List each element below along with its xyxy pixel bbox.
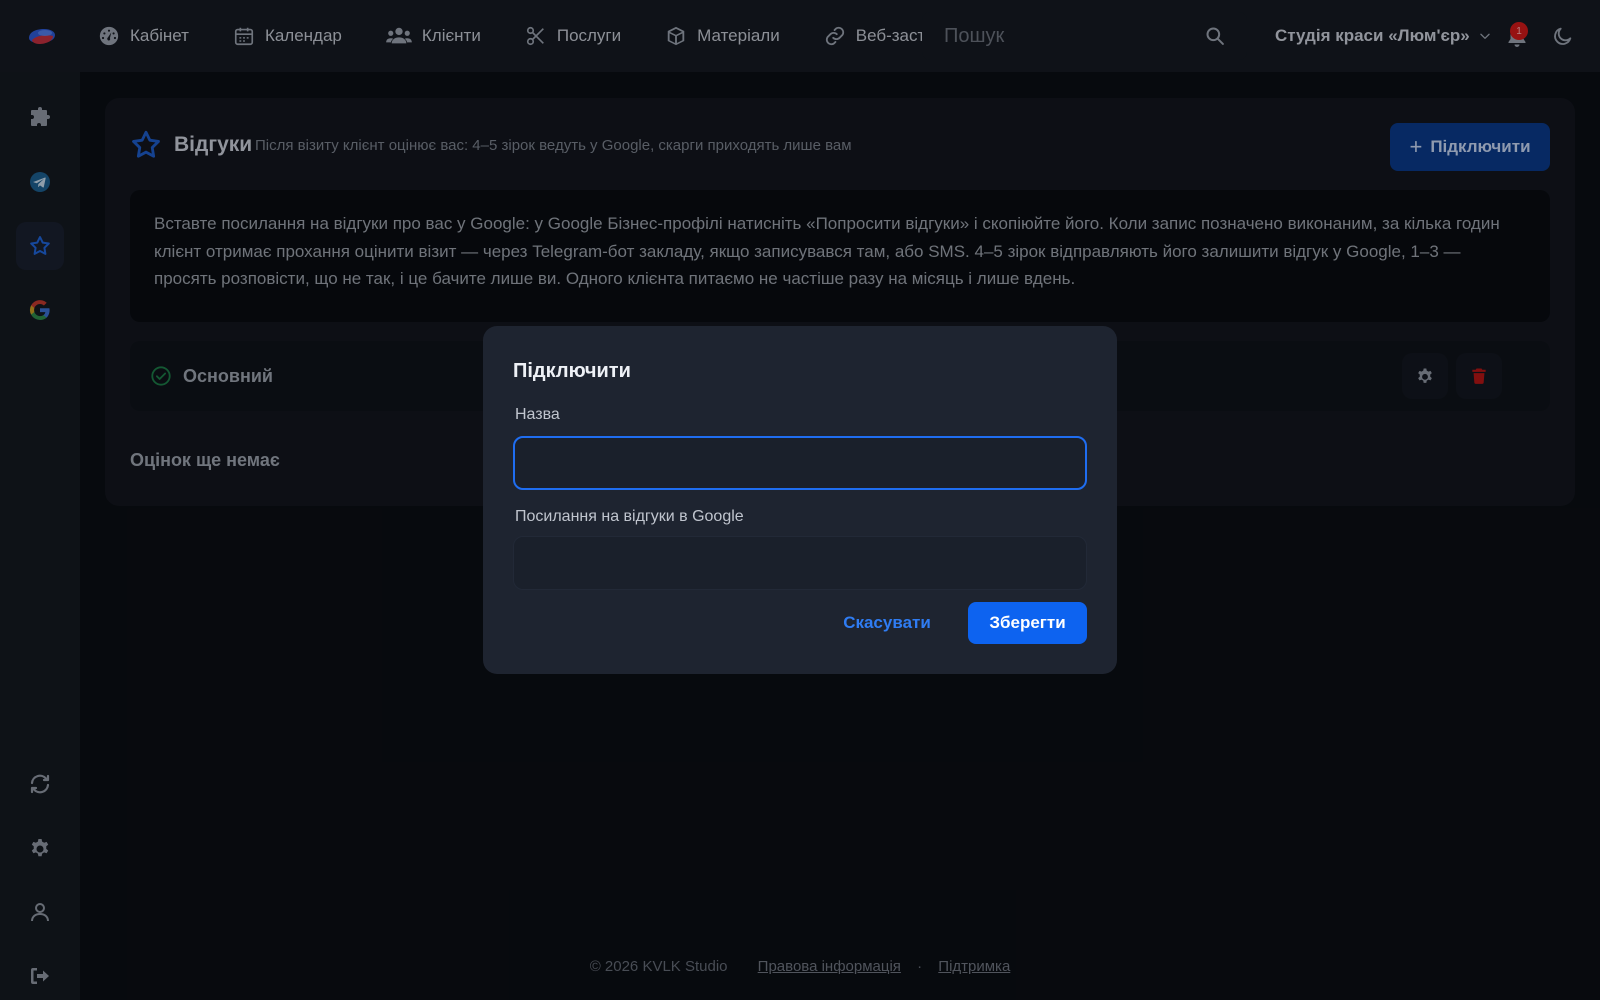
link-field-label: Посилання на відгуки в Google <box>515 508 744 525</box>
connect-dialog: Підключити Назва Посилання на відгуки в … <box>483 326 1117 674</box>
google-link-input[interactable] <box>513 536 1087 590</box>
dialog-title: Підключити <box>513 360 631 382</box>
name-input[interactable] <box>513 436 1087 490</box>
name-field-label: Назва <box>515 406 560 423</box>
save-button[interactable]: Зберегти <box>968 602 1087 644</box>
cancel-button[interactable]: Скасувати <box>833 602 941 644</box>
